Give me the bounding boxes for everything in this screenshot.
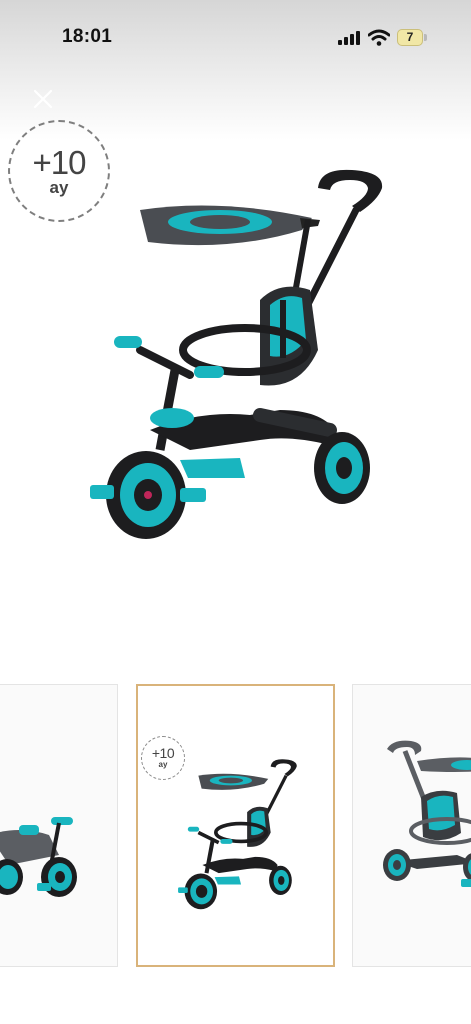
close-icon[interactable] [31, 87, 55, 111]
battery-tip [424, 34, 427, 41]
wifi-icon [368, 29, 390, 46]
thumbnail-3-image [383, 740, 471, 887]
thumbnail-3[interactable] [352, 684, 471, 967]
thumbnail-1-image [0, 817, 77, 897]
thumbnail-1[interactable] [0, 684, 118, 967]
product-image-tricycle[interactable] [80, 160, 400, 550]
thumbnail-strip: +10 ay [0, 684, 471, 967]
front-wheel [106, 451, 186, 539]
rear-wheel [314, 432, 370, 504]
status-time: 18:01 [62, 26, 113, 47]
canopy [140, 205, 320, 246]
battery-icon: 7 [397, 29, 423, 46]
thumbnail-2-image [178, 759, 297, 910]
status-bar: 18:01 7 [0, 0, 471, 78]
signal-icon [338, 31, 360, 45]
thumbnail-2-selected[interactable]: +10 ay [136, 684, 335, 967]
battery-level: 7 [406, 30, 414, 44]
